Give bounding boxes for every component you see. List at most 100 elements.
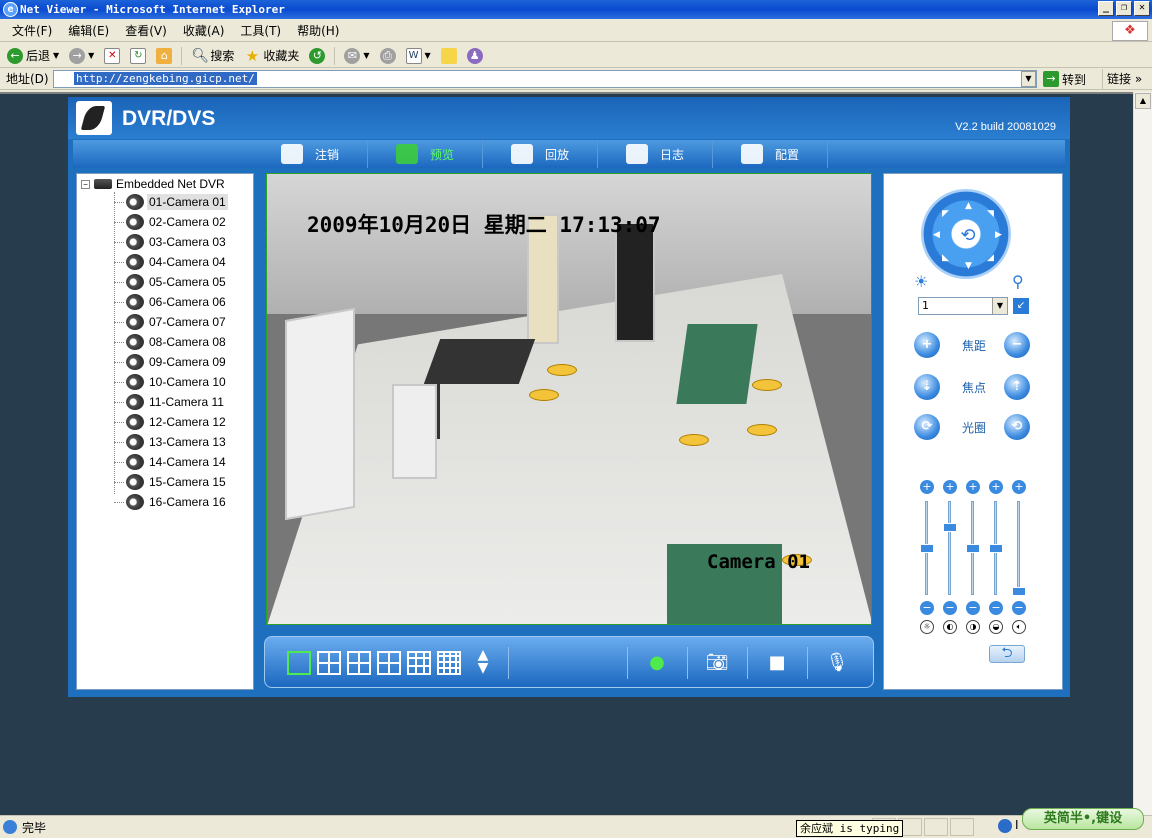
ime-toolbar[interactable]: 英简半•,键设 bbox=[1022, 808, 1144, 830]
stop-button[interactable]: ✕ bbox=[101, 45, 123, 67]
zoom-in-button[interactable]: + bbox=[914, 332, 940, 358]
contrast-minus-button[interactable]: − bbox=[943, 601, 957, 615]
preset-call-button[interactable]: ↙ bbox=[1012, 297, 1030, 315]
camera-tree-item[interactable]: 08-Camera 08 bbox=[114, 332, 228, 352]
ptz-downleft-arrow-icon[interactable]: ◣ bbox=[942, 253, 949, 263]
camera-tree-item[interactable]: 05-Camera 05 bbox=[114, 272, 228, 292]
focus-near-button[interactable]: ⇣ bbox=[914, 374, 940, 400]
ptz-auto-rotate-icon[interactable]: ⟲ bbox=[955, 223, 981, 249]
nav-playback[interactable]: 回放 bbox=[483, 140, 598, 168]
camera-tree-item[interactable]: 07-Camera 07 bbox=[114, 312, 228, 332]
links-button[interactable]: 链接 » bbox=[1102, 69, 1142, 89]
camera-tree-item[interactable]: 16-Camera 16 bbox=[114, 492, 228, 512]
contrast-plus-button[interactable]: + bbox=[943, 480, 957, 494]
zoom-out-button[interactable]: − bbox=[1004, 332, 1030, 358]
home-button[interactable]: ⌂ bbox=[153, 45, 175, 67]
saturation-slider-thumb[interactable] bbox=[966, 544, 980, 553]
nav-logout[interactable]: 注销 bbox=[253, 140, 368, 168]
camera-tree-item[interactable]: 11-Camera 11 bbox=[114, 392, 226, 412]
volume-minus-button[interactable]: − bbox=[1012, 601, 1026, 615]
brightness-minus-button[interactable]: − bbox=[920, 601, 934, 615]
address-dropdown-icon[interactable]: ▼ bbox=[1021, 71, 1036, 87]
forward-dropdown-icon[interactable]: ▼ bbox=[88, 51, 94, 60]
print-button[interactable]: ⎙ bbox=[377, 45, 399, 67]
menu-favorites[interactable]: 收藏(A) bbox=[175, 21, 233, 41]
camera-tree-item[interactable]: 14-Camera 14 bbox=[114, 452, 228, 472]
minimize-button[interactable]: _ bbox=[1098, 1, 1114, 16]
nav-log[interactable]: 日志 bbox=[598, 140, 713, 168]
layout-4x4-button[interactable] bbox=[437, 651, 461, 675]
layout-2x2-button[interactable] bbox=[317, 651, 341, 675]
menu-file[interactable]: 文件(F) bbox=[4, 21, 60, 41]
layout-3x3-button[interactable] bbox=[407, 651, 431, 675]
ptz-down-arrow-icon[interactable]: ▼ bbox=[965, 261, 972, 271]
camera-tree-item[interactable]: 06-Camera 06 bbox=[114, 292, 228, 312]
back-dropdown-icon[interactable]: ▼ bbox=[53, 51, 59, 60]
saturation-minus-button[interactable]: − bbox=[966, 601, 980, 615]
ptz-upleft-arrow-icon[interactable]: ◤ bbox=[942, 209, 949, 219]
edit-dropdown-icon[interactable]: ▼ bbox=[425, 51, 431, 60]
light-bulb-icon[interactable]: ☀ bbox=[914, 272, 928, 291]
contrast-slider-thumb[interactable] bbox=[943, 522, 957, 532]
address-input[interactable]: http://zengkebing.gicp.net/ bbox=[53, 70, 1037, 88]
ptz-downright-arrow-icon[interactable]: ◢ bbox=[987, 253, 994, 263]
ptz-right-arrow-icon[interactable]: ▶ bbox=[995, 230, 1002, 240]
forward-button[interactable]: → ▼ bbox=[66, 45, 97, 67]
nav-preview[interactable]: 预览 bbox=[368, 140, 483, 168]
collapse-toggle-icon[interactable]: − bbox=[81, 179, 90, 189]
ptz-upright-arrow-icon[interactable]: ◥ bbox=[987, 209, 994, 219]
go-button[interactable]: → 转到 bbox=[1043, 69, 1086, 89]
stop-preview-icon[interactable]: ● bbox=[645, 652, 669, 674]
vertical-scrollbar[interactable]: ▲ bbox=[1133, 92, 1152, 815]
messenger-button[interactable]: ♟ bbox=[464, 45, 486, 67]
saturation-plus-button[interactable]: + bbox=[966, 480, 980, 494]
restore-button[interactable]: ❐ bbox=[1116, 1, 1132, 16]
scroll-up-arrow-icon[interactable]: ▲ bbox=[1135, 93, 1151, 109]
layout-1plus7-button[interactable] bbox=[377, 651, 401, 675]
camera-tree-item[interactable]: 02-Camera 02 bbox=[114, 212, 228, 232]
ptz-direction-pad[interactable]: ⟲ ▲ ▼ ◀ ▶ ◤ ◥ ◣ ◢ bbox=[921, 189, 1011, 279]
camera-tree-item[interactable]: 04-Camera 04 bbox=[114, 252, 228, 272]
iris-open-button[interactable]: ⟳ bbox=[914, 414, 940, 440]
mail-button[interactable]: ✉ ▼ bbox=[341, 45, 372, 67]
menu-edit[interactable]: 编辑(E) bbox=[60, 21, 117, 41]
history-button[interactable]: ↺ bbox=[306, 45, 328, 67]
search-button[interactable]: 🔍︎ 搜索 bbox=[188, 45, 237, 67]
volume-plus-button[interactable]: + bbox=[1012, 480, 1026, 494]
volume-slider-thumb[interactable] bbox=[1012, 587, 1026, 596]
tree-root[interactable]: − Embedded Net DVR bbox=[81, 177, 225, 191]
menu-tools[interactable]: 工具(T) bbox=[232, 21, 289, 41]
brightness-slider-thumb[interactable] bbox=[920, 544, 934, 553]
nav-config[interactable]: 配置 bbox=[713, 140, 828, 168]
mail-dropdown-icon[interactable]: ▼ bbox=[363, 51, 369, 60]
preset-select[interactable]: 1 ▼ bbox=[918, 297, 1008, 315]
focus-far-button[interactable]: ⇡ bbox=[1004, 374, 1030, 400]
record-video-icon[interactable]: ■ bbox=[765, 652, 789, 674]
wiper-icon[interactable]: ⚲ bbox=[1012, 272, 1024, 291]
camera-tree-item[interactable]: 01-Camera 01 bbox=[114, 192, 228, 212]
brightness-plus-button[interactable]: + bbox=[920, 480, 934, 494]
video-viewport[interactable]: 2009年10月20日 星期二 17:13:07 Camera 01 bbox=[266, 173, 872, 625]
edit-button[interactable]: W ▼ bbox=[403, 45, 434, 67]
hue-slider-thumb[interactable] bbox=[989, 544, 1003, 553]
iris-close-button[interactable]: ⟲ bbox=[1004, 414, 1030, 440]
menu-view[interactable]: 查看(V) bbox=[117, 21, 175, 41]
ptz-up-arrow-icon[interactable]: ▲ bbox=[965, 201, 972, 211]
microphone-icon[interactable]: 🎙︎ bbox=[825, 652, 849, 674]
hue-plus-button[interactable]: + bbox=[989, 480, 1003, 494]
preset-dropdown-icon[interactable]: ▼ bbox=[992, 298, 1007, 314]
snapshot-camera-icon[interactable]: 📷︎ bbox=[705, 652, 729, 674]
favorites-button[interactable]: ★ 收藏夹 bbox=[241, 45, 302, 67]
page-up-down-icon[interactable]: ▲ ▼ bbox=[473, 648, 493, 677]
camera-tree-item[interactable]: 09-Camera 09 bbox=[114, 352, 228, 372]
layout-1plus5-button[interactable] bbox=[347, 651, 371, 675]
discuss-button[interactable] bbox=[438, 45, 460, 67]
refresh-button[interactable]: ↻ bbox=[127, 45, 149, 67]
volume-slider[interactable] bbox=[1017, 501, 1020, 595]
camera-tree-item[interactable]: 15-Camera 15 bbox=[114, 472, 228, 492]
camera-tree-item[interactable]: 12-Camera 12 bbox=[114, 412, 228, 432]
ptz-reset-button[interactable]: ⮌ bbox=[989, 645, 1025, 663]
menu-help[interactable]: 帮助(H) bbox=[289, 21, 347, 41]
camera-tree-item[interactable]: 13-Camera 13 bbox=[114, 432, 228, 452]
contrast-slider[interactable] bbox=[948, 501, 951, 595]
